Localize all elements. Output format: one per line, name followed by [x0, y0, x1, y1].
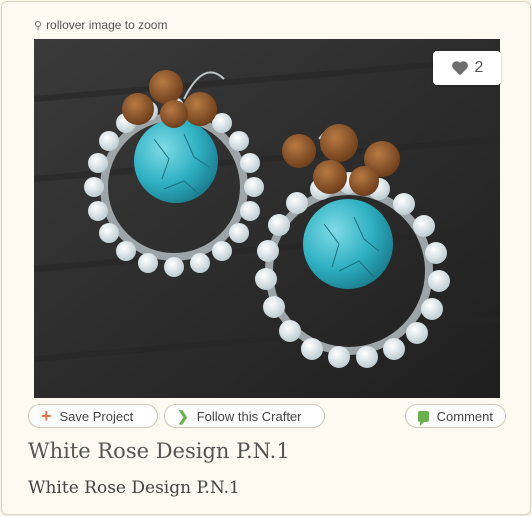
follow-crafter-button[interactable]: ❯ Follow this Crafter: [164, 404, 325, 428]
comment-button[interactable]: Comment: [405, 404, 506, 428]
comment-label: Comment: [436, 408, 493, 424]
zoom-hint: ⚲ rollover image to zoom: [34, 18, 167, 32]
like-button[interactable]: 2: [433, 51, 501, 85]
follow-crafter-label: Follow this Crafter: [196, 408, 302, 424]
plus-icon: +: [41, 406, 52, 426]
project-subtitle: White Rose Design P.N.1: [28, 478, 240, 498]
like-count: 2: [474, 59, 484, 76]
zoom-hint-text: rollover image to zoom: [46, 18, 168, 32]
save-project-button[interactable]: + Save Project: [28, 404, 158, 428]
project-title: White Rose Design P.N.1: [28, 439, 290, 463]
chevron-right-icon: ❯: [177, 407, 189, 424]
heart-icon: [451, 61, 468, 76]
earrings-image: [34, 39, 500, 398]
save-project-label: Save Project: [59, 408, 134, 424]
project-photo[interactable]: [34, 39, 500, 398]
magnifier-icon: ⚲: [34, 19, 43, 32]
comment-icon: [418, 410, 429, 426]
